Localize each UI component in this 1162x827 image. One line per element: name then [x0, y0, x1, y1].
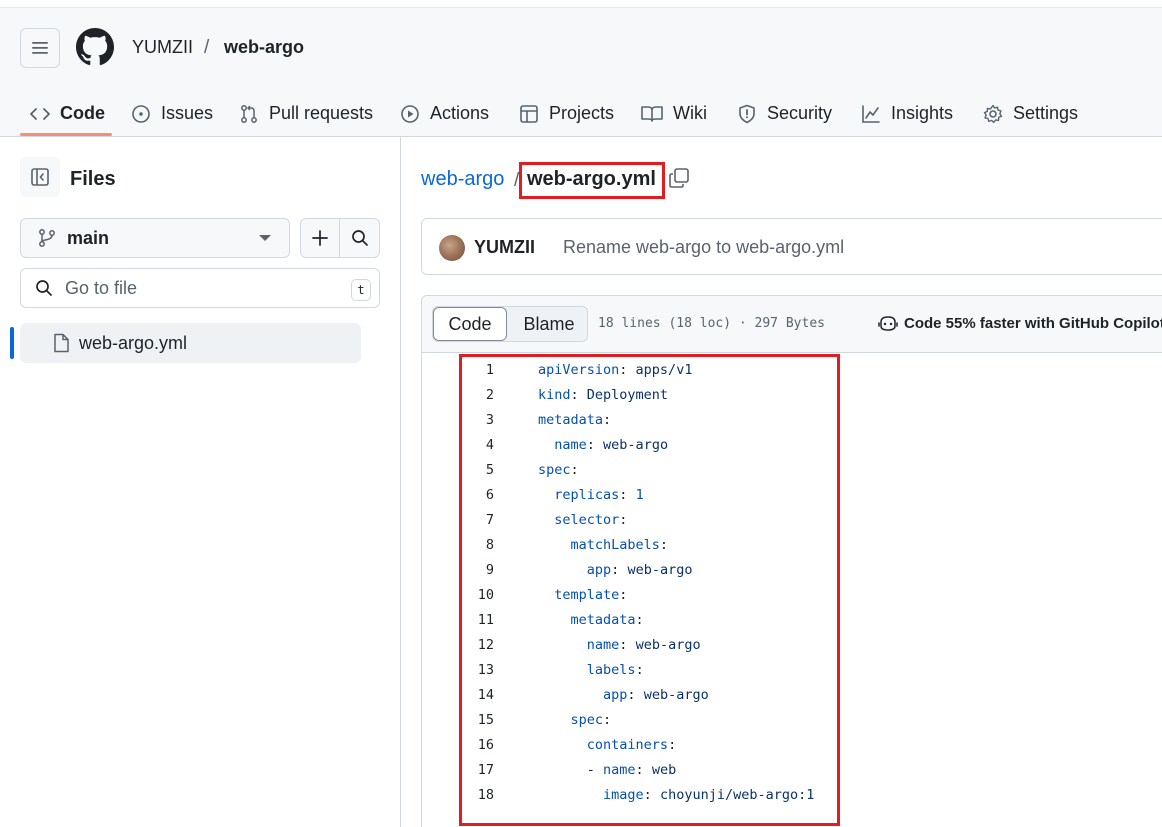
latest-commit-box: YUMZII Rename web-argo to web-argo.yml	[421, 218, 1162, 275]
search-file-button[interactable]	[340, 219, 379, 257]
blame-view-button[interactable]: Blame	[511, 307, 587, 341]
browser-top-edge	[0, 0, 1162, 8]
file-tree-sidebar: Files main Go to file t web-argo.yml	[0, 137, 401, 827]
tab-wiki[interactable]: Wiki	[641, 90, 707, 137]
commit-message[interactable]: Rename web-argo to web-argo.yml	[563, 237, 844, 258]
global-menu-button[interactable]	[20, 28, 60, 68]
tab-security-label: Security	[767, 103, 833, 123]
go-to-file-placeholder: Go to file	[65, 277, 138, 298]
branch-name: main	[67, 227, 110, 248]
code-highlight-box	[459, 354, 840, 826]
tab-pull-requests-label: Pull requests	[269, 103, 374, 123]
shield-icon	[739, 104, 755, 123]
go-to-file-input[interactable]: Go to file t	[20, 268, 380, 308]
file-icon	[54, 333, 69, 353]
tab-projects-label: Projects	[549, 103, 615, 123]
selected-indicator	[10, 327, 14, 359]
tab-actions-label: Actions	[430, 103, 490, 123]
collapse-file-tree-button[interactable]	[20, 157, 60, 197]
chevron-down-icon	[259, 235, 271, 241]
tab-actions[interactable]: Actions	[400, 90, 489, 137]
file-tree-item[interactable]: web-argo.yml	[10, 323, 361, 363]
search-icon	[36, 280, 52, 296]
copilot-promo-label: Code 55% faster with GitHub Copilot	[904, 314, 1162, 332]
copilot-icon	[878, 316, 898, 331]
tab-wiki-label: Wiki	[673, 103, 707, 123]
branch-selector[interactable]: main	[20, 218, 290, 258]
plus-icon	[312, 230, 328, 246]
book-icon	[641, 105, 663, 122]
tab-issues[interactable]: Issues	[131, 90, 213, 137]
repo-header: YUMZII / web-argo Code Issues Pull reque…	[0, 8, 1162, 137]
tab-security[interactable]: Security	[737, 90, 832, 137]
add-file-button[interactable]	[301, 219, 341, 257]
active-tab-underline	[20, 133, 112, 136]
file-tree-item-label: web-argo.yml	[79, 332, 188, 353]
code-icon	[30, 107, 50, 120]
file-actions-group	[300, 218, 380, 258]
file-toolbar: Code Blame 18 lines (18 loc) · 297 Bytes…	[422, 296, 1162, 353]
copy-icon[interactable]	[668, 167, 690, 189]
tab-settings[interactable]: Settings	[983, 90, 1078, 137]
play-icon	[401, 104, 419, 123]
copilot-promo-link[interactable]: Code 55% faster with GitHub Copilot	[878, 314, 1162, 332]
code-view-button[interactable]: Code	[433, 307, 507, 341]
tab-pull-requests[interactable]: Pull requests	[239, 90, 373, 137]
git-pull-request-icon	[241, 104, 257, 123]
issue-opened-icon	[132, 104, 150, 123]
hamburger-icon	[32, 42, 48, 54]
github-logo-icon[interactable]	[76, 28, 114, 66]
git-branch-icon	[39, 229, 55, 247]
sidebar-collapse-icon	[31, 168, 49, 186]
files-title: Files	[70, 168, 116, 190]
tab-code[interactable]: Code	[30, 90, 105, 137]
avatar[interactable]	[439, 235, 465, 261]
repo-nav: Code Issues Pull requests Actions Projec…	[0, 90, 1162, 137]
file-meta: 18 lines (18 loc) · 297 Bytes	[598, 316, 825, 331]
tab-settings-label: Settings	[1013, 103, 1079, 123]
breadcrumb-separator: /	[204, 37, 210, 58]
tab-issues-label: Issues	[161, 103, 214, 123]
search-icon	[351, 230, 368, 246]
view-mode-toggle: Code Blame	[432, 306, 588, 342]
table-icon	[520, 104, 538, 123]
repo-owner-link[interactable]: YUMZII	[132, 37, 193, 58]
tab-projects[interactable]: Projects	[519, 90, 614, 137]
keyboard-shortcut-hint: t	[351, 279, 371, 301]
repo-name-link[interactable]: web-argo	[224, 37, 304, 58]
gear-icon	[983, 104, 1003, 123]
path-root-link[interactable]: web-argo	[421, 168, 504, 191]
filename-highlight-box	[519, 162, 665, 199]
tab-insights[interactable]: Insights	[861, 90, 953, 137]
tab-code-label: Code	[60, 103, 105, 123]
graph-icon	[862, 104, 880, 123]
tab-insights-label: Insights	[891, 103, 954, 123]
commit-author[interactable]: YUMZII	[474, 237, 535, 258]
